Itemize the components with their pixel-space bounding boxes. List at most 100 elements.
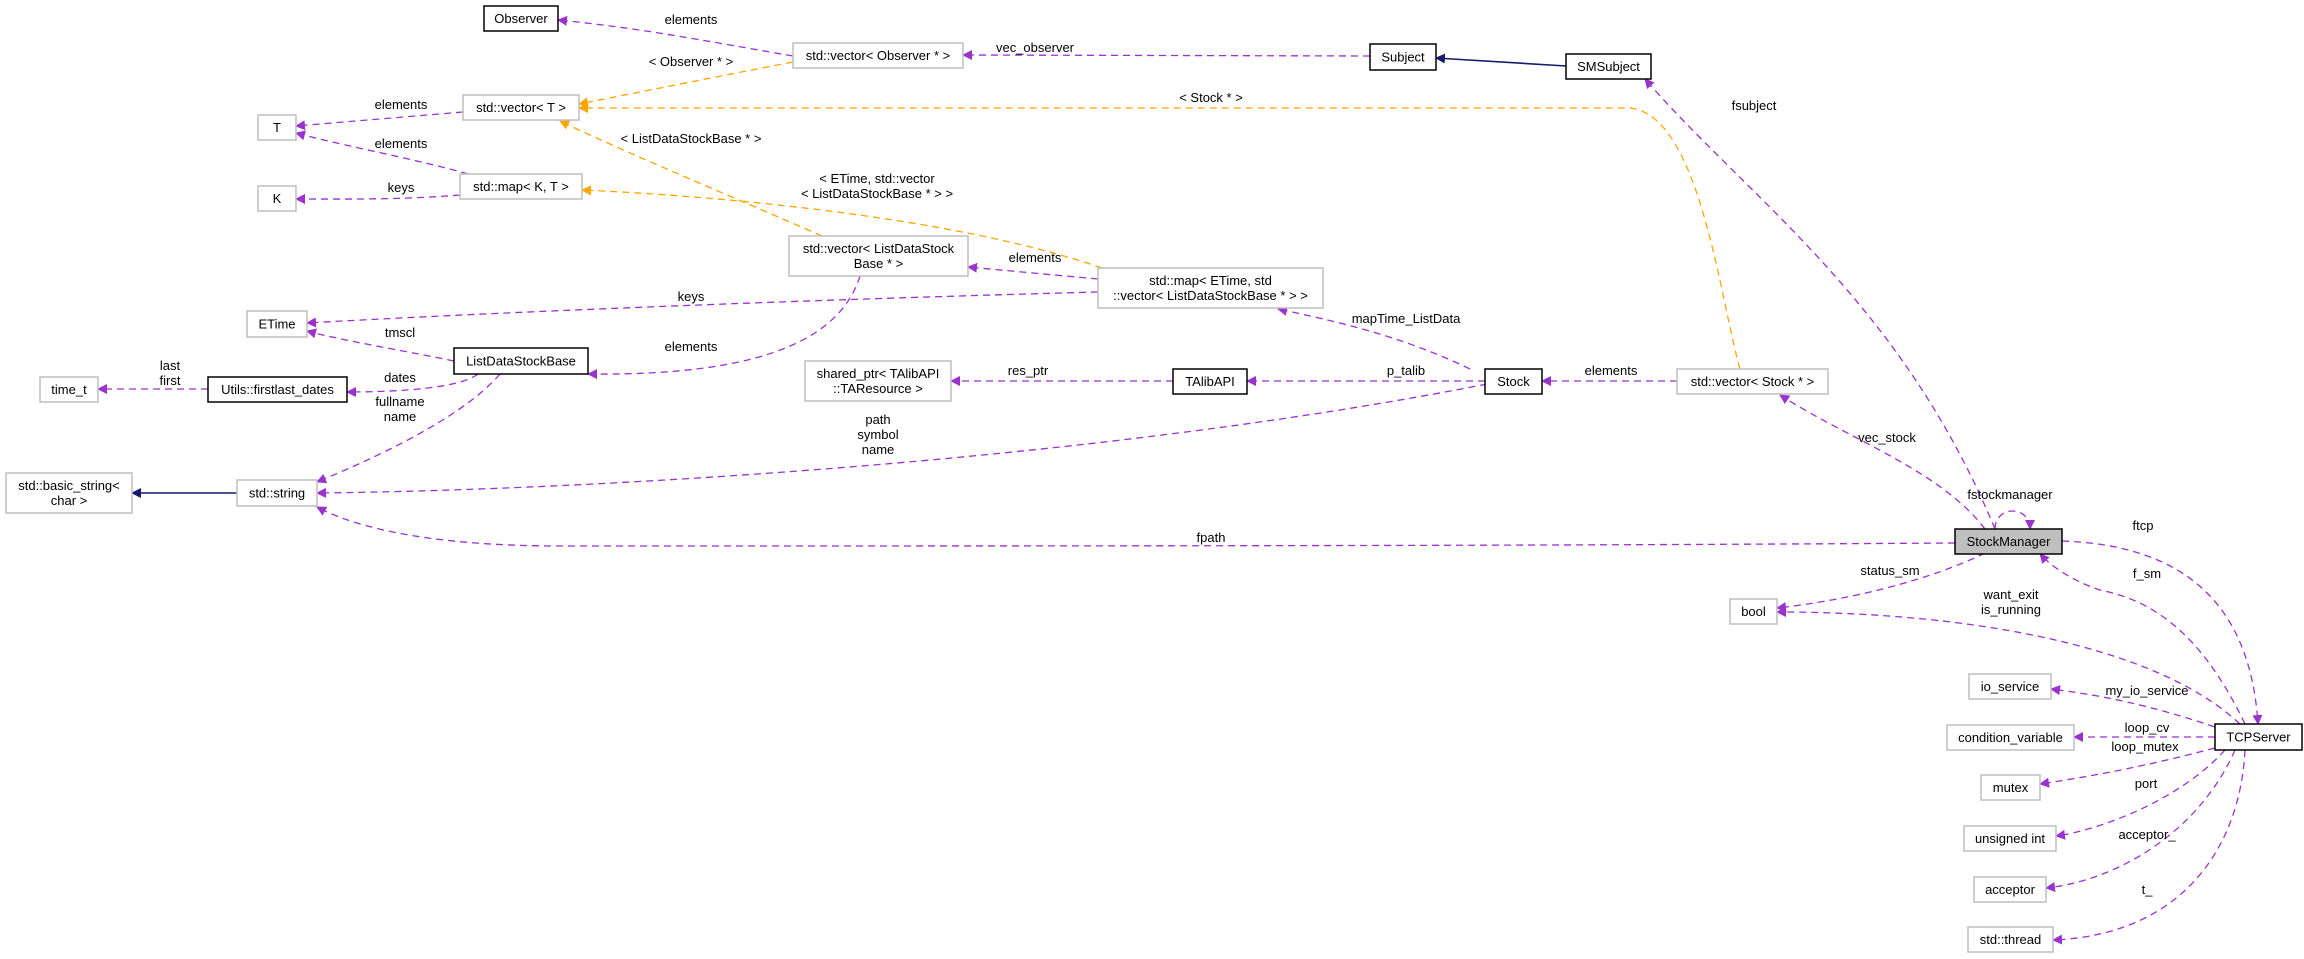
edge-label: elements — [1585, 363, 1638, 378]
edge-stockmanager-to-bool: status_sm — [1776, 552, 1986, 612]
node-label: SMSubject — [1577, 59, 1640, 74]
node-label: K — [273, 191, 282, 206]
node-vecStock: std::vector< Stock * > — [1676, 368, 1829, 395]
member-arrow — [967, 262, 1099, 280]
node-label: std::vector< ListDataStock — [803, 241, 955, 256]
node-label: StockManager — [1967, 534, 2051, 549]
edge-label: elements — [375, 136, 428, 151]
edge-label: < Stock * > — [1179, 90, 1243, 105]
node-label: ::TAResource > — [833, 381, 923, 396]
node-tcpserver[interactable]: TCPServer — [2214, 723, 2303, 751]
node-label: char > — [51, 493, 88, 508]
node-acceptor: acceptor — [1973, 876, 2047, 903]
node-subject[interactable]: Subject — [1369, 43, 1437, 71]
edge-vecStock-to-stock: elements — [1541, 363, 1677, 386]
member-arrow — [306, 328, 455, 362]
node-T: T — [257, 114, 297, 141]
edge-label: < ListDataStockBase * > > — [801, 186, 953, 201]
edge-label: fpath — [1197, 530, 1226, 545]
node-stockmanager[interactable]: StockManager — [1954, 528, 2063, 555]
node-talib[interactable]: TAlibAPI — [1172, 368, 1248, 395]
edge-tcpserver-to-condvar: loop_cv — [2073, 720, 2215, 742]
edge-label: keys — [678, 289, 705, 304]
edge-label: keys — [388, 180, 415, 195]
node-timet: time_t — [39, 376, 99, 403]
node-smsubject[interactable]: SMSubject — [1565, 53, 1652, 80]
node-label: bool — [1741, 604, 1766, 619]
node-label: Stock — [1497, 374, 1530, 389]
edge-mapKT-to-T: elements — [295, 130, 469, 175]
node-K: K — [257, 185, 297, 212]
node-etime: ETime — [246, 310, 308, 338]
edge-label: res_ptr — [1008, 363, 1049, 378]
node-label: acceptor — [1985, 882, 2036, 897]
edge-label: status_sm — [1860, 563, 1919, 578]
member-arrow — [295, 194, 461, 205]
edge-stock-to-mapETime: mapTime_ListData — [1277, 305, 1471, 370]
inherit-arrow — [1435, 53, 1567, 67]
member-arrow — [1644, 78, 1996, 530]
edge-label: name — [862, 442, 895, 457]
node-label: TAlibAPI — [1185, 374, 1235, 389]
edge-vecObserver-to-observer: elements — [557, 12, 794, 57]
edge-label: fullname — [375, 394, 424, 409]
edge-vecT-to-T: elements — [295, 97, 464, 131]
node-label: shared_ptr< TAlibAPI — [817, 366, 940, 381]
node-mapETime: std::map< ETime, std::vector< ListDataSt… — [1097, 267, 1324, 309]
node-label: unsigned int — [1975, 831, 2045, 846]
edge-vecLDSB-to-vecT: < ListDataStockBase * > — [559, 120, 823, 237]
template-arrow — [578, 103, 1741, 370]
node-label: Utils::firstlast_dates — [221, 382, 334, 397]
node-label: std::thread — [1980, 932, 2041, 947]
edge-label: < Observer * > — [649, 54, 734, 69]
node-bool: bool — [1729, 598, 1778, 625]
node-label: T — [273, 120, 281, 135]
node-mapKT: std::map< K, T > — [459, 173, 583, 200]
edge-label: port — [2135, 776, 2158, 791]
edge-label: elements — [665, 339, 718, 354]
edge-label: p_talib — [1387, 363, 1425, 378]
node-label: std::vector< Observer * > — [806, 48, 951, 63]
edge-label: name — [384, 409, 417, 424]
node-label: std::string — [249, 486, 305, 501]
edge-label: elements — [1009, 250, 1062, 265]
edge-stock-to-talib: p_talib — [1246, 363, 1485, 386]
edge-label: my_io_service — [2105, 683, 2188, 698]
edge-label: < ListDataStockBase * > — [621, 131, 762, 146]
edge-label: last — [160, 358, 181, 373]
collaboration-diagram: elements vec_observer < Observer * > < Stoc… — [5, 5, 2303, 953]
edge-tcpserver-to-stockmanager: f_sm — [2039, 553, 2246, 725]
node-label: std::vector< Stock * > — [1691, 374, 1815, 389]
edge-smsubject-to-subject — [1435, 53, 1567, 67]
edge-label: loop_mutex — [2111, 739, 2179, 754]
member-arrow — [587, 275, 861, 380]
node-label: condition_variable — [1958, 730, 2063, 745]
edge-label: want_exit — [1983, 587, 2039, 602]
edge-stockmanager-to-vecStock: vec_stock — [1779, 394, 1986, 530]
node-label: std::map< K, T > — [473, 179, 569, 194]
node-thread: std::thread — [1967, 926, 2054, 953]
edge-label: loop_cv — [2125, 720, 2170, 735]
member-arrow — [2055, 749, 2226, 840]
member-arrow — [1776, 607, 2241, 725]
node-sharedptr: shared_ptr< TAlibAPI::TAResource > — [804, 360, 952, 402]
edge-tcpserver-to-bool: want_exitis_running — [1776, 587, 2241, 725]
node-ldsb[interactable]: ListDataStockBase — [453, 347, 589, 375]
node-label: std::vector< T > — [476, 100, 566, 115]
node-condvar: condition_variable — [1946, 724, 2075, 751]
node-observer[interactable]: Observer — [483, 5, 559, 32]
node-stock[interactable]: Stock — [1484, 368, 1543, 395]
node-utils[interactable]: Utils::firstlast_dates — [207, 376, 348, 403]
member-arrow — [316, 506, 1956, 547]
node-label: Base * > — [854, 256, 904, 271]
edge-label: < ETime, std::vector — [819, 171, 935, 186]
node-stdstring: std::string — [236, 479, 318, 507]
member-arrow — [1776, 552, 1986, 612]
edge-label: fstockmanager — [1967, 487, 2053, 502]
edge-vecLDSB-to-ldsb: elements — [587, 275, 861, 380]
member-arrow — [1994, 510, 2035, 530]
member-arrow — [962, 50, 1371, 61]
node-basicstring: std::basic_string<char > — [5, 472, 133, 514]
edge-label: f_sm — [2133, 566, 2161, 581]
node-ioservice: io_service — [1968, 673, 2052, 700]
